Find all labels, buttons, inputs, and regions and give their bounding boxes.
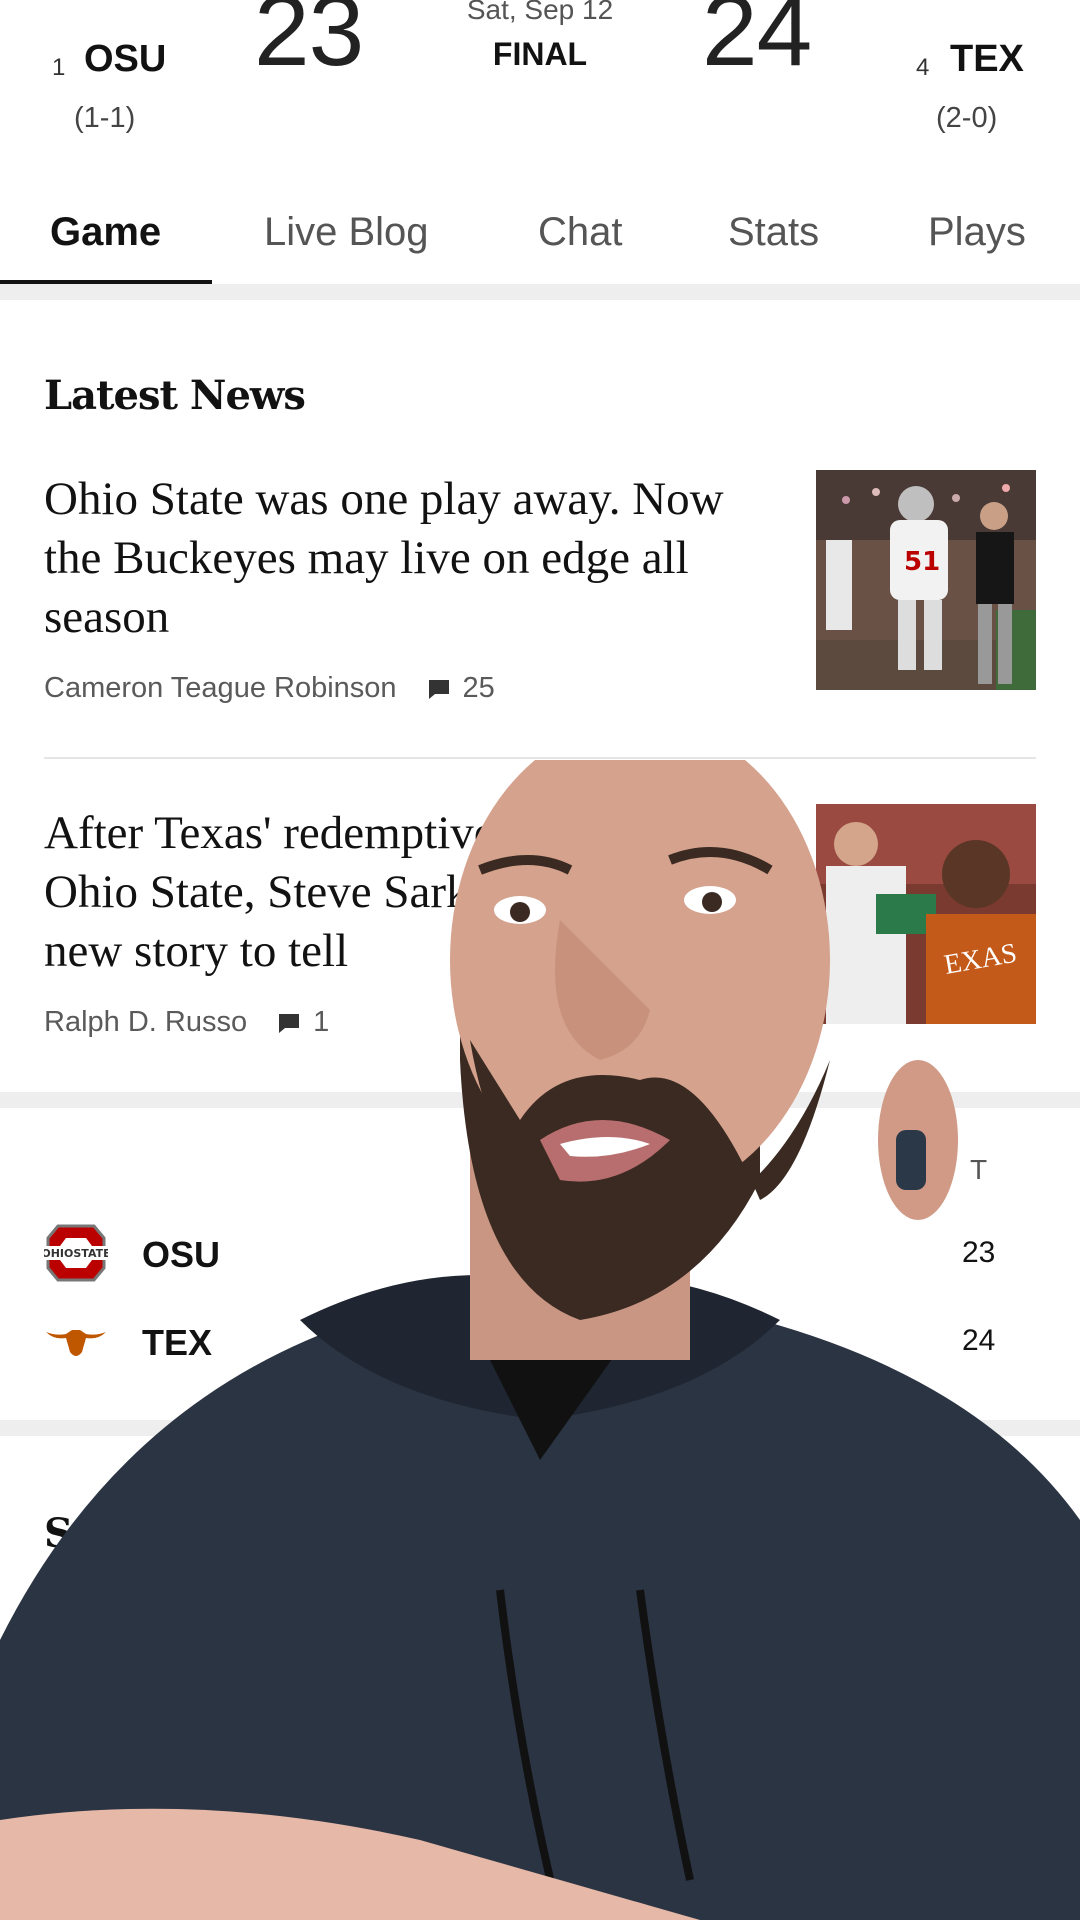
- line-score-team[interactable]: TEX: [142, 1322, 212, 1364]
- line-score-total: 23: [962, 1236, 996, 1269]
- line-score-total: 24: [962, 1324, 996, 1357]
- home-team-record: (1-1): [74, 102, 136, 134]
- svg-text:OHIOSTATE: OHIOSTATE: [44, 1247, 108, 1260]
- headline-line: Ohio State, Steve Sarkisian: [44, 866, 559, 918]
- tab-stats[interactable]: Stats: [728, 210, 819, 255]
- article-headline[interactable]: Ohio State was one play away. Now the Bu…: [44, 470, 764, 647]
- headline-line: new story to tell: [44, 925, 349, 977]
- article-thumbnail[interactable]: EXAS: [816, 804, 1036, 1024]
- away-team-record: (2-0): [936, 102, 998, 134]
- next-section-heading: S: [44, 1510, 73, 1557]
- game-date: Sat, Sep 12: [466, 0, 614, 25]
- line-score-row[interactable]: OHIOSTATE OSU 23: [0, 1218, 1080, 1288]
- section-divider: [0, 1092, 1080, 1108]
- tab-chat[interactable]: Chat: [538, 210, 623, 255]
- line-score-total-header: T: [970, 1154, 988, 1185]
- article-headline[interactable]: After Texas' redemptive rally Ohio State…: [44, 804, 764, 981]
- news-article[interactable]: After Texas' redemptive rally Ohio State…: [44, 804, 1036, 1044]
- article-thumbnail[interactable]: 51: [816, 470, 1036, 690]
- article-byline: Ralph D. Russo 1: [44, 1006, 329, 1039]
- article-author[interactable]: Cameron Teague Robinson: [44, 672, 397, 705]
- headline-line: the Buckeyes may live on edge all: [44, 532, 689, 584]
- article-author[interactable]: Ralph D. Russo: [44, 1006, 247, 1039]
- news-article[interactable]: Ohio State was one play away. Now the Bu…: [44, 470, 1036, 710]
- line-score-row[interactable]: TEX 24: [0, 1306, 1080, 1376]
- comment-count[interactable]: 25: [463, 672, 495, 705]
- tab-live-blog[interactable]: Live Blog: [264, 210, 429, 255]
- headline-line: season: [44, 591, 170, 643]
- line-score-team[interactable]: OSU: [142, 1234, 220, 1276]
- away-score: 24: [702, 0, 812, 87]
- article-byline: Cameron Teague Robinson 25: [44, 672, 495, 705]
- latest-news-title: Latest News: [44, 372, 306, 419]
- game-tabs: Game Live Blog Chat Stats Plays: [0, 196, 1080, 284]
- texas-longhorn-logo[interactable]: [920, 0, 1020, 20]
- section-divider: [0, 1420, 1080, 1436]
- away-rank: 4: [916, 54, 930, 81]
- tab-game[interactable]: Game: [50, 210, 161, 255]
- svg-text:51: 51: [904, 547, 940, 577]
- headline-line: After Texas' redemptive rally: [44, 807, 593, 859]
- comment-icon: [279, 1013, 300, 1033]
- article-separator: [44, 757, 1036, 759]
- ohio-state-logo: OHIOSTATE: [41, 1222, 111, 1284]
- section-divider: [0, 284, 1080, 300]
- headline-line: Ohio State was one play away. Now: [44, 473, 724, 525]
- tab-plays[interactable]: Plays: [928, 210, 1026, 255]
- scoreboard: 1 OSU (1-1) 23 Sat, Sep 12 FINAL 24 4 TE…: [0, 0, 1080, 160]
- texas-longhorn-logo: [44, 1310, 108, 1372]
- away-team-abbr[interactable]: TEX: [950, 38, 1024, 81]
- comment-icon: [428, 679, 449, 699]
- comment-count[interactable]: 1: [313, 1006, 329, 1039]
